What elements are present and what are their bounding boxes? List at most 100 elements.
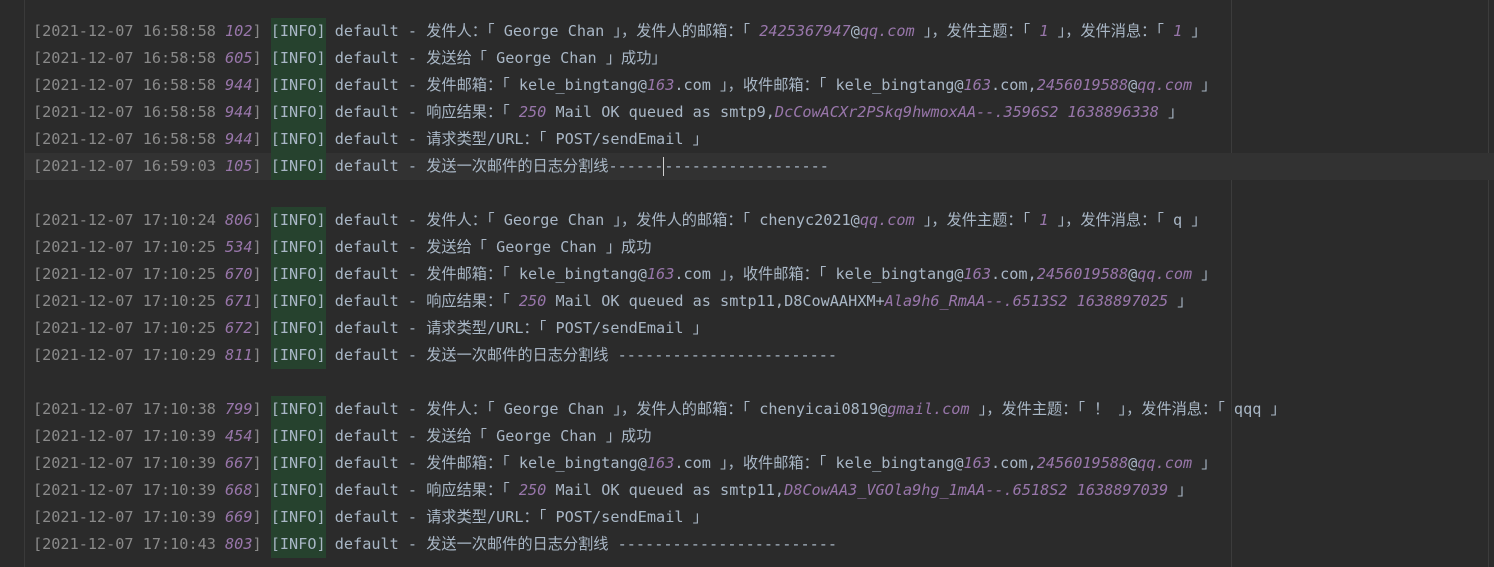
log-line[interactable]: [2021-12-07 17:10:25 534] [INFO] default… <box>33 234 1286 261</box>
log-milliseconds: 672 <box>225 319 253 337</box>
log-highlight-token: qq.com <box>1137 265 1193 283</box>
log-highlight-token: 2456019588 <box>1036 265 1129 283</box>
log-line[interactable]: [2021-12-07 17:10:29 811] [INFO] default… <box>33 342 1286 369</box>
log-level-badge: [INFO] <box>270 234 326 261</box>
log-level-badge: [INFO] <box>270 261 326 288</box>
log-highlight-token: 250 <box>518 292 547 310</box>
log-timestamp: [2021-12-07 17:10:39 <box>33 427 226 445</box>
log-timestamp-close: ] <box>252 76 271 94</box>
log-message-text: .com 」，收件邮箱：「 kele_bingtang@ <box>674 76 964 94</box>
log-milliseconds: 102 <box>225 22 253 40</box>
log-line[interactable]: [2021-12-07 17:10:25 672] [INFO] default… <box>33 315 1286 342</box>
log-line[interactable]: [2021-12-07 17:10:39 454] [INFO] default… <box>33 423 1286 450</box>
log-message-text: .com 」，收件邮箱：「 kele_bingtang@ <box>674 454 964 472</box>
log-timestamp: [2021-12-07 17:10:25 <box>33 265 226 283</box>
log-timestamp: [2021-12-07 17:10:29 <box>33 346 226 364</box>
log-message-text: .com 」，收件邮箱：「 kele_bingtang@ <box>674 265 964 283</box>
log-milliseconds: 669 <box>225 508 253 526</box>
log-message-text: 」 <box>1192 454 1217 472</box>
log-line[interactable]: [2021-12-07 17:10:39 667] [INFO] default… <box>33 450 1286 477</box>
log-message-text: @ <box>1128 454 1138 472</box>
log-timestamp: [2021-12-07 17:10:25 <box>33 319 226 337</box>
log-message-text: .com, <box>990 265 1037 283</box>
log-message-text: 」，发件主题：「 <box>914 22 1040 40</box>
log-message-text: 」 <box>1158 103 1184 121</box>
log-highlight-token: 1 <box>1173 22 1183 40</box>
log-line[interactable]: [2021-12-07 16:58:58 944] [INFO] default… <box>33 126 1286 153</box>
log-timestamp: [2021-12-07 16:59:03 <box>33 157 226 175</box>
log-message-text: default - 请求类型/URL：「 POST/sendEmail 」 <box>325 508 708 526</box>
log-highlight-token: 163 <box>963 454 991 472</box>
log-line[interactable]: [2021-12-07 16:58:58 102] [INFO] default… <box>33 18 1286 45</box>
log-highlight-token: 163 <box>646 454 675 472</box>
log-message-text: default - 响应结果：「 <box>325 481 519 499</box>
log-level-badge: [INFO] <box>270 396 326 423</box>
log-line[interactable]: [2021-12-07 17:10:39 669] [INFO] default… <box>33 504 1286 531</box>
log-highlight-token: 2456019588 <box>1036 76 1129 94</box>
log-highlight-token: gmail.com <box>887 400 970 418</box>
log-message-text: default - 发件人：「 George Chan 」，发件人的邮箱：「 c… <box>325 400 888 418</box>
log-highlight-token: 2425367947 <box>759 22 851 40</box>
log-timestamp: [2021-12-07 17:10:24 <box>33 211 226 229</box>
log-level-badge: [INFO] <box>270 45 326 72</box>
log-message-text: default - 发送一次邮件的日志分割线------ <box>325 157 664 175</box>
log-line[interactable]: [2021-12-07 17:10:24 806] [INFO] default… <box>33 207 1286 234</box>
log-message-text: default - 请求类型/URL：「 POST/sendEmail 」 <box>325 319 708 337</box>
log-line[interactable]: [2021-12-07 17:10:25 671] [INFO] default… <box>33 288 1286 315</box>
log-timestamp-close: ] <box>252 454 271 472</box>
log-line[interactable]: [2021-12-07 17:10:43 803] [INFO] default… <box>33 531 1286 558</box>
log-timestamp-close: ] <box>252 49 271 67</box>
log-message-text: 」 <box>1192 76 1217 94</box>
log-milliseconds: 811 <box>225 346 253 364</box>
log-timestamp-close: ] <box>252 103 271 121</box>
log-timestamp: [2021-12-07 16:58:58 <box>33 103 226 121</box>
log-level-badge: [INFO] <box>270 504 326 531</box>
log-message-text: 」，发件主题：「 ！ 」，发件消息：「 qqq 」 <box>969 400 1286 418</box>
log-milliseconds: 534 <box>225 238 253 256</box>
log-milliseconds: 803 <box>225 535 253 553</box>
log-timestamp: [2021-12-07 16:58:58 <box>33 130 226 148</box>
log-message-text: default - 发件邮箱：「 kele_bingtang@ <box>325 454 647 472</box>
log-message-text: @ <box>850 22 860 40</box>
log-timestamp-close: ] <box>252 427 271 445</box>
log-line[interactable]: [2021-12-07 17:10:25 670] [INFO] default… <box>33 261 1286 288</box>
log-line[interactable]: [2021-12-07 16:58:58 944] [INFO] default… <box>33 72 1286 99</box>
log-milliseconds: 667 <box>225 454 253 472</box>
log-timestamp-close: ] <box>252 238 271 256</box>
log-line[interactable]: [2021-12-07 16:59:03 105] [INFO] default… <box>33 153 1286 180</box>
log-level-badge: [INFO] <box>270 207 326 234</box>
log-timestamp-close: ] <box>252 265 271 283</box>
log-timestamp-close: ] <box>252 400 271 418</box>
log-message-text: default - 响应结果：「 <box>325 103 519 121</box>
log-timestamp: [2021-12-07 17:10:38 <box>33 400 226 418</box>
log-timestamp-close: ] <box>252 157 271 175</box>
log-highlight-token: 163 <box>963 265 991 283</box>
log-milliseconds: 944 <box>225 76 253 94</box>
log-message-text: 」，发件消息：「 <box>1048 22 1174 40</box>
log-level-badge: [INFO] <box>270 126 326 153</box>
log-message-text: Mail OK queued as smtp9, <box>546 103 775 121</box>
log-line[interactable]: [2021-12-07 17:10:38 799] [INFO] default… <box>33 396 1286 423</box>
log-message-text: 」 <box>1192 265 1217 283</box>
log-timestamp-close: ] <box>252 319 271 337</box>
log-message-text: default - 发件人：「 George Chan 」，发件人的邮箱：「 c… <box>325 211 860 229</box>
log-message-text: 」，发件消息：「 q 」 <box>1048 211 1207 229</box>
log-line[interactable]: [2021-12-07 16:58:58 944] [INFO] default… <box>33 99 1286 126</box>
log-message-text: .com, <box>990 454 1037 472</box>
log-output[interactable]: [2021-12-07 16:58:58 102] [INFO] default… <box>33 18 1286 558</box>
log-level-badge: [INFO] <box>270 450 326 477</box>
log-milliseconds: 944 <box>225 103 253 121</box>
log-milliseconds: 668 <box>225 481 253 499</box>
log-highlight-token: 250 <box>518 481 547 499</box>
log-level-badge: [INFO] <box>270 153 326 180</box>
log-message-text: default - 发件邮箱：「 kele_bingtang@ <box>325 76 647 94</box>
log-line[interactable]: [2021-12-07 16:58:58 605] [INFO] default… <box>33 45 1286 72</box>
log-milliseconds: 799 <box>225 400 253 418</box>
log-console[interactable]: [2021-12-07 16:58:58 102] [INFO] default… <box>0 0 1494 567</box>
log-line[interactable]: [2021-12-07 17:10:39 668] [INFO] default… <box>33 477 1286 504</box>
log-timestamp-close: ] <box>252 130 271 148</box>
log-level-badge: [INFO] <box>270 99 326 126</box>
log-level-badge: [INFO] <box>270 342 326 369</box>
log-timestamp-close: ] <box>252 535 271 553</box>
log-message-text: .com, <box>990 76 1037 94</box>
